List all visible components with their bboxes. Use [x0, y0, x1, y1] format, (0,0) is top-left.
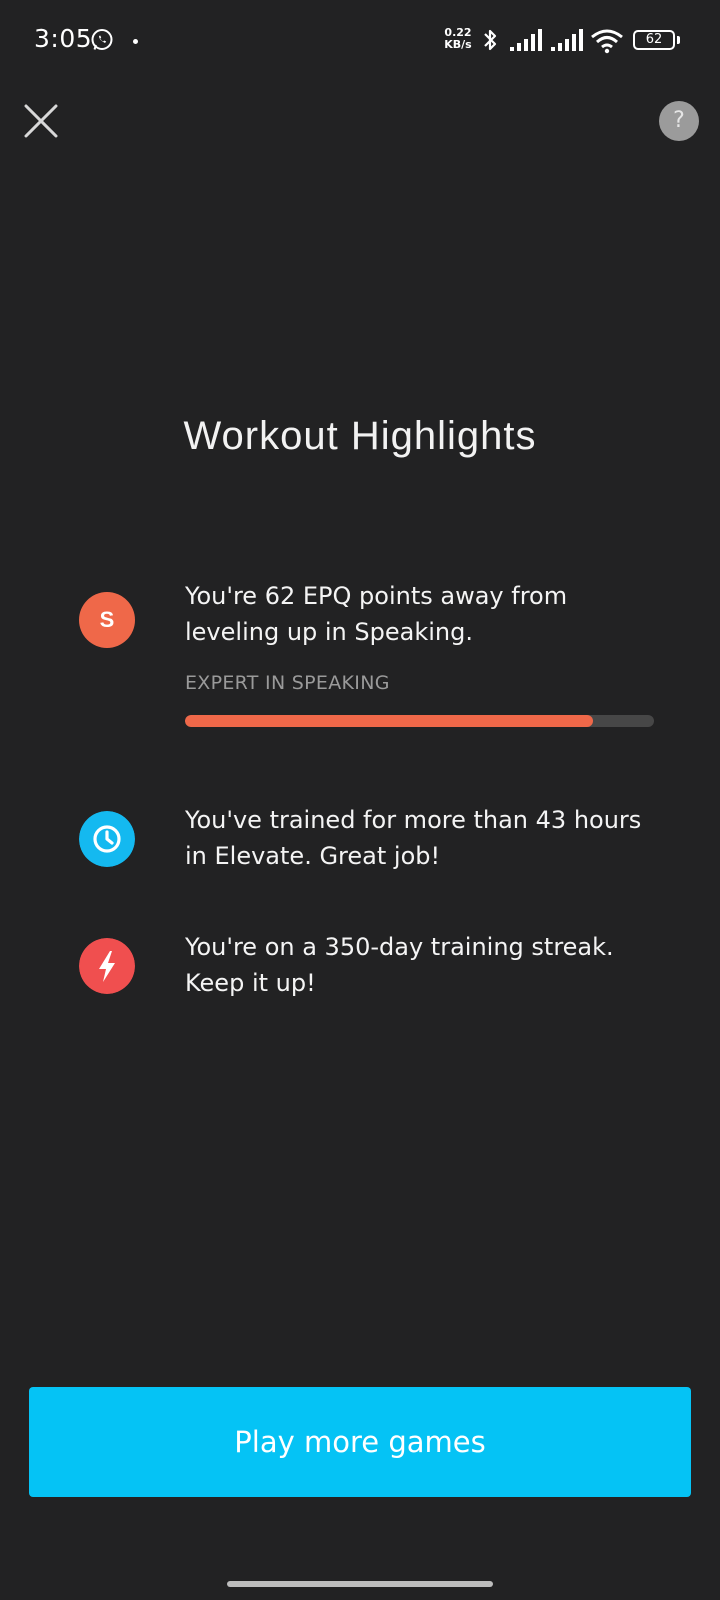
signal-icon — [551, 29, 583, 51]
home-indicator[interactable] — [227, 1581, 493, 1587]
battery-level: 62 — [645, 32, 663, 47]
speaking-progress-bar — [185, 715, 654, 727]
lightning-icon — [79, 938, 135, 994]
battery-icon: 62 — [633, 30, 675, 50]
battery-tip — [677, 36, 680, 44]
bluetooth-icon — [484, 29, 497, 51]
speaking-progress-fill — [185, 715, 594, 727]
wifi-icon — [591, 29, 623, 54]
highlight-text: You're on a 350-day training streak. Kee… — [185, 933, 614, 997]
help-button[interactable]: ? — [659, 101, 699, 141]
close-icon[interactable] — [20, 100, 62, 142]
highlight-text: You've trained for more than 43 hours in… — [185, 806, 642, 870]
play-more-games-button[interactable]: Play more games — [29, 1387, 691, 1497]
status-time: 3:05 — [34, 24, 93, 53]
status-bar: 3:05 0.22 KB/s 62 — [0, 0, 720, 84]
notification-dot — [133, 39, 138, 44]
highlight-text: You're 62 EPQ points away from leveling … — [185, 582, 568, 646]
whatsapp-icon — [91, 29, 113, 50]
speaking-badge-letter: S — [99, 607, 115, 632]
network-speed-unit: KB/s — [444, 38, 472, 51]
clock-icon — [79, 811, 135, 867]
network-speed: 0.22 KB/s — [440, 27, 476, 51]
speaking-badge: S — [79, 592, 135, 648]
skill-level-label: EXPERT IN SPEAKING — [185, 672, 390, 694]
signal-icon — [510, 29, 542, 51]
page-title: Workout Highlights — [183, 414, 537, 458]
help-icon: ? — [673, 108, 685, 133]
